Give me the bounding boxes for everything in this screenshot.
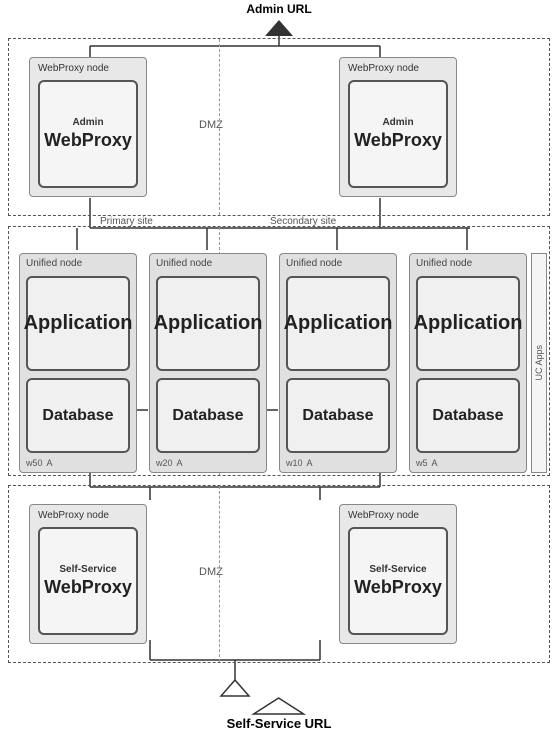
un1-weight: w50 [26, 458, 43, 468]
un3-db-box: Database [286, 378, 390, 453]
un4-db-box: Database [416, 378, 520, 453]
wp-top-left-title: Admin [72, 117, 103, 128]
un4-label: Unified node [416, 258, 526, 269]
middle-zone: Unified node Application Database w50 A … [8, 226, 550, 476]
webproxy-top-left: WebProxy node Admin WebProxy [29, 57, 147, 197]
un4-weight: w5 [416, 458, 428, 468]
webproxy-top-right: WebProxy node Admin WebProxy [339, 57, 457, 197]
webproxy-bot-right: WebProxy node Self-Service WebProxy [339, 504, 457, 644]
unified-node-3: Unified node Application Database w10 A [279, 253, 397, 473]
wp-top-left-inner: Admin WebProxy [38, 80, 138, 188]
self-service-url-label: Self-Service URL [227, 716, 332, 731]
unified-node-4: Unified node Application Database w5 A [409, 253, 527, 473]
wp-top-right-title: Admin [382, 117, 413, 128]
wp-top-right-inner: Admin WebProxy [348, 80, 448, 188]
un2-a: A [177, 458, 183, 468]
webproxy-bot-left: WebProxy node Self-Service WebProxy [29, 504, 147, 644]
un4-app-box: Application [416, 276, 520, 371]
wp-bot-right-label: WebProxy node [348, 510, 456, 521]
uc-apps-bracket: UC Apps [531, 253, 547, 473]
un1-db-box: Database [26, 378, 130, 453]
un3-app-box: Application [286, 276, 390, 371]
un3-a: A [307, 458, 313, 468]
unified-node-2: Unified node Application Database w20 A [149, 253, 267, 473]
un1-app-box: Application [26, 276, 130, 371]
wp-bot-left-label: WebProxy node [38, 510, 146, 521]
self-service-arrow [221, 680, 249, 696]
un2-db-box: Database [156, 378, 260, 453]
wp-bot-left-inner: Self-Service WebProxy [38, 527, 138, 635]
un2-app-box: Application [156, 276, 260, 371]
wp-top-left-name: WebProxy [44, 130, 132, 151]
un4-a: A [432, 458, 438, 468]
wp-bot-right-inner: Self-Service WebProxy [348, 527, 448, 635]
top-zone: DMZ WebProxy node Admin WebProxy WebProx… [8, 38, 550, 216]
admin-url-label: Admin URL [246, 2, 311, 16]
wp-bot-left-title: Self-Service [59, 564, 116, 575]
un2-weight: w20 [156, 458, 173, 468]
un3-weight: w10 [286, 458, 303, 468]
wp-bot-right-name: WebProxy [354, 577, 442, 598]
wp-top-right-name: WebProxy [354, 130, 442, 151]
un2-label: Unified node [156, 258, 266, 269]
self-service-url-container: Self-Service URL [227, 696, 332, 731]
wp-bot-right-title: Self-Service [369, 564, 426, 575]
wp-top-right-label: WebProxy node [348, 63, 456, 74]
un2-footer: w20 A [156, 458, 183, 468]
un1-label: Unified node [26, 258, 136, 269]
un1-a: A [47, 458, 53, 468]
unified-node-1: Unified node Application Database w50 A [19, 253, 137, 473]
admin-url-arrow [265, 20, 293, 36]
uc-apps-label: UC Apps [534, 345, 544, 381]
un4-footer: w5 A [416, 458, 438, 468]
self-service-arrow-svg [249, 696, 309, 716]
wp-bot-left-name: WebProxy [44, 577, 132, 598]
un3-footer: w10 A [286, 458, 313, 468]
bottom-zone: DMZ WebProxy node Self-Service WebProxy … [8, 485, 550, 663]
un3-label: Unified node [286, 258, 396, 269]
architecture-diagram: Admin URL DMZ WebProxy node Admin WebPro… [0, 0, 558, 739]
un1-footer: w50 A [26, 458, 53, 468]
wp-top-left-label: WebProxy node [38, 63, 146, 74]
